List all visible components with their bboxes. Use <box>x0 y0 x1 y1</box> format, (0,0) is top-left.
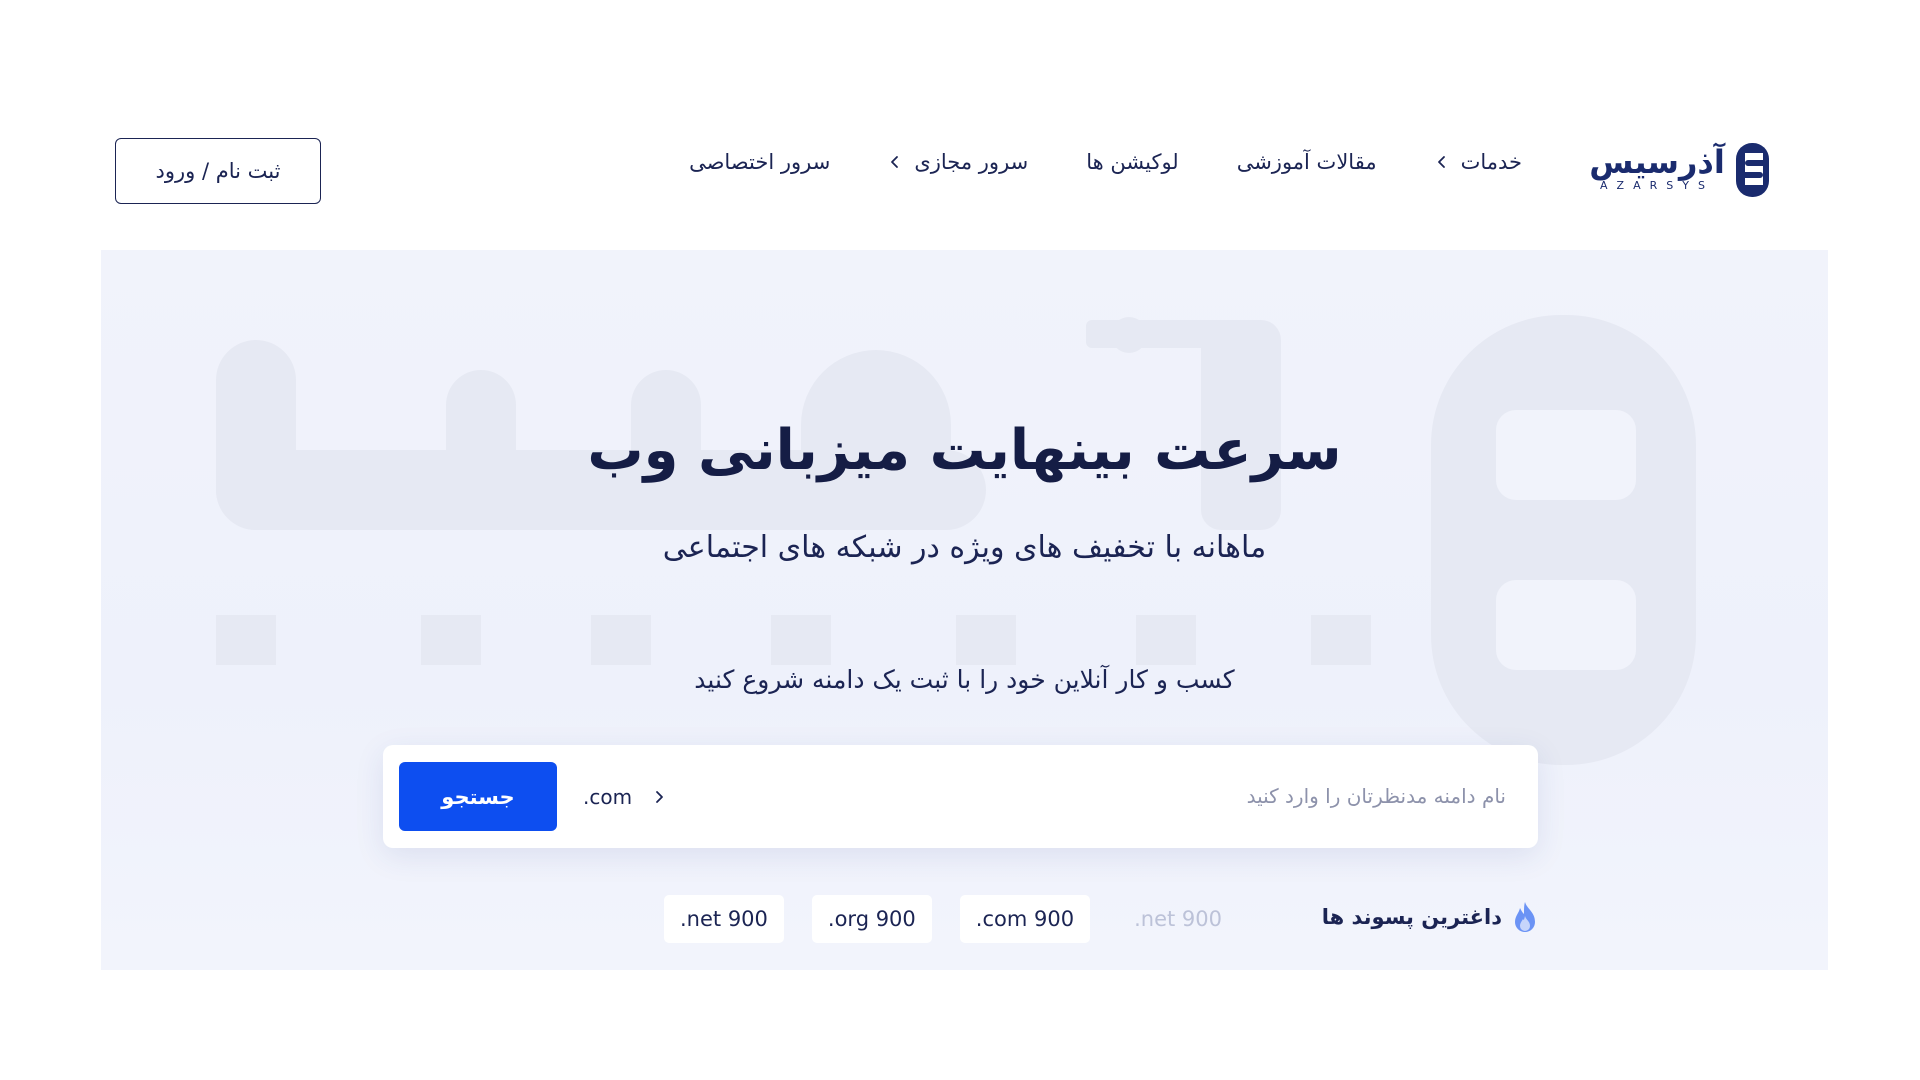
nav-item-label: مقالات آموزشی <box>1236 150 1377 174</box>
domain-search-box: .com جستجو <box>383 745 1538 848</box>
svg-text:AZARSYS: AZARSYS <box>1600 179 1714 192</box>
hero-section: سرعت بینهایت میزبانی وب ماهانه با تخفیف … <box>101 250 1828 970</box>
site-header: آذرسیس AZARSYS سرور اختصاصی سرور مجازی ل… <box>0 0 1920 250</box>
nav-item-label: سرور مجازی <box>914 150 1029 174</box>
domain-cta-text: کسب و کار آنلاین خود را با ثبت یک دامنه … <box>694 665 1235 694</box>
search-button[interactable]: جستجو <box>399 762 557 831</box>
main-nav: سرور اختصاصی سرور مجازی لوکیشن ها مقالات… <box>689 150 1522 174</box>
extension-chip[interactable]: .net 900 <box>664 895 784 943</box>
nav-item-label: لوکیشن ها <box>1086 150 1179 174</box>
hot-extensions-text: داغترین پسوند ها <box>1321 905 1502 929</box>
tld-dropdown[interactable]: .com <box>583 777 666 817</box>
flame-icon <box>1515 902 1535 932</box>
tld-selected-value: .com <box>583 785 633 809</box>
nav-item-services[interactable]: خدمات <box>1435 150 1522 174</box>
nav-item-label: خدمات <box>1460 150 1522 174</box>
svg-text:آذرسیس: آذرسیس <box>1589 142 1726 181</box>
nav-item-locations[interactable]: لوکیشن ها <box>1086 150 1178 174</box>
hot-extensions-list: .net 900 .org 900 .com 900 .net 900 <box>664 895 1238 943</box>
chevron-right-icon <box>656 791 663 803</box>
nav-item-articles[interactable]: مقالات آموزشی <box>1237 150 1377 174</box>
hero-title: سرعت بینهایت میزبانی وب <box>587 418 1342 483</box>
azarsys-logo[interactable]: آذرسیس AZARSYS <box>1585 137 1775 203</box>
nav-item-dedicated-server[interactable]: سرور اختصاصی <box>689 150 830 174</box>
extension-chip[interactable]: .net 900 <box>1118 895 1238 943</box>
domain-search-input[interactable] <box>886 773 1506 819</box>
nav-item-label: سرور اختصاصی <box>689 150 831 174</box>
extension-chip[interactable]: .org 900 <box>811 895 932 943</box>
chevron-left-icon <box>1437 156 1445 168</box>
hero-subtitle: ماهانه با تخفیف های ویژه در شبکه های اجت… <box>662 530 1267 565</box>
chevron-left-icon <box>891 156 899 168</box>
hot-extensions-label: داغترین پسوند ها <box>1322 900 1538 934</box>
logo-watermark <box>216 315 1696 765</box>
nav-item-virtual-server[interactable]: سرور مجازی <box>888 150 1028 174</box>
extension-chip[interactable]: .com 900 <box>959 895 1091 943</box>
register-login-button[interactable]: ثبت نام / ورود <box>115 138 321 204</box>
